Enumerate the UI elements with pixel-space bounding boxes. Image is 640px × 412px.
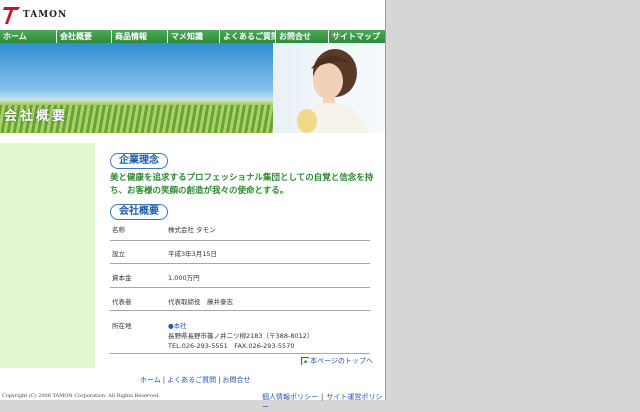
woman-portrait-image — [273, 43, 385, 133]
nav-sitemap[interactable]: サイトマップ — [329, 30, 385, 43]
nav-tips[interactable]: マメ知識 — [168, 30, 220, 43]
table-row: 資本金 1,000万円 — [110, 264, 370, 288]
office-phone: TEL.026-293-5551 FAX.026-293-5570 — [168, 342, 295, 350]
footer-link-home[interactable]: ホーム — [140, 376, 161, 384]
copyright: Copyright (C) 2006 TAMON Corporation. Al… — [2, 393, 160, 399]
row-key: 所在地 — [112, 322, 132, 330]
policy-links: 個人情報ポリシー | サイト運営ポリシー — [262, 393, 383, 411]
logo-text: TAMON — [23, 10, 68, 20]
row-key: 代表者 — [112, 298, 132, 306]
row-value: 代表取締役 藤井泰志 — [168, 298, 233, 306]
arrow-up-icon — [301, 357, 309, 365]
footer-link-faq[interactable]: よくあるご質問 — [167, 376, 216, 384]
nav-home[interactable]: ホーム — [0, 30, 57, 43]
row-value: 平成3年3月15日 — [168, 250, 218, 258]
sky-image — [0, 43, 273, 101]
tamon-logo-mark-icon — [3, 7, 20, 24]
row-value: 1,000万円 — [168, 274, 200, 282]
row-value: 株式会社 タモン — [168, 226, 216, 234]
nav-company-overview[interactable]: 会社概要 — [57, 30, 112, 43]
philosophy-heading: 企業理念 — [110, 153, 168, 169]
row-key: 設立 — [112, 250, 125, 258]
nav-contact[interactable]: お問合せ — [276, 30, 329, 43]
woman-photo-icon — [295, 49, 369, 133]
left-sidebar — [0, 133, 95, 368]
page-top-label: 本ページのトップへ — [310, 357, 373, 365]
company-logo[interactable]: TAMON — [3, 4, 67, 26]
table-row: 所在地 ●本社 長野県長野市篠ノ井二ツ柳2183（〒388-8012） TEL.… — [110, 311, 370, 354]
hero-title: 会社概要 — [4, 109, 69, 124]
nav-faq[interactable]: よくあるご質問 — [220, 30, 276, 43]
office-label: ●本社 — [168, 322, 187, 330]
hero-banner: 会社概要 — [0, 43, 385, 133]
philosophy-text: 美と健康を追求するプロフェッショナル集団としての自覚と信念を持ち、お客様の笑顔の… — [110, 173, 374, 196]
company-info-table: 名称 株式会社 タモン 設立 平成3年3月15日 資本金 1,000万円 代表者… — [110, 220, 370, 354]
table-row: 名称 株式会社 タモン — [110, 220, 370, 241]
row-key: 資本金 — [112, 274, 132, 282]
page: TAMON ホーム 会社概要 商品情報 マメ知識 よくあるご質問 お問合せ サイ… — [0, 0, 386, 411]
main-navigation: ホーム 会社概要 商品情報 マメ知識 よくあるご質問 お問合せ サイトマップ — [0, 30, 385, 43]
nav-products[interactable]: 商品情報 — [112, 30, 168, 43]
footer-link-contact[interactable]: お問合せ — [223, 376, 251, 384]
table-row: 設立 平成3年3月15日 — [110, 241, 370, 264]
page-top-link[interactable]: 本ページのトップへ — [301, 356, 373, 366]
row-key: 名称 — [112, 226, 125, 234]
footer-navigation: ホーム | よくあるご質問 | お問合せ — [140, 376, 251, 384]
overview-heading: 会社概要 — [110, 204, 168, 220]
office-address: 長野県長野市篠ノ井二ツ柳2183（〒388-8012） — [168, 332, 314, 340]
table-row: 代表者 代表取締役 藤井泰志 — [110, 288, 370, 311]
